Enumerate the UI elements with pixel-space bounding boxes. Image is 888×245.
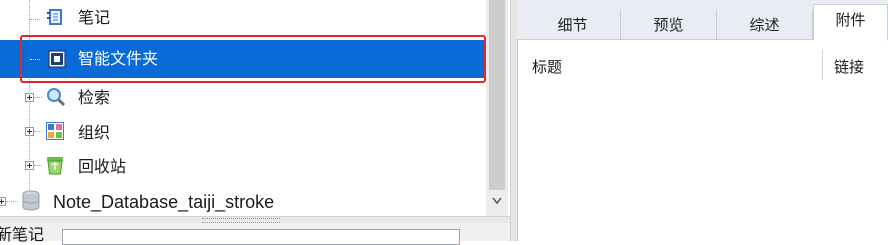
expand-toggle[interactable] [25,127,34,136]
recycle-bin-icon [46,155,64,175]
tree-item-label: 检索 [78,88,111,107]
tree-item-label: Note_Database_taiji_stroke [53,192,275,212]
tab-strip: 细节 预览 综述 附件 [517,0,888,41]
column-header-link[interactable]: 链接 [834,56,864,77]
tree-item-search[interactable]: 检索 [0,80,486,115]
tree-connector [6,201,18,202]
new-note-label: 新笔记 [0,225,45,244]
tree-connector [34,97,42,98]
new-note-input[interactable] [62,229,460,245]
new-note-bar: 新笔记 [0,223,510,245]
column-divider[interactable] [822,50,823,80]
tree-connector [34,165,42,166]
tree-scrollbar[interactable] [486,0,508,216]
vertical-splitter[interactable] [510,0,517,241]
tree-item-recycle-bin[interactable]: 回收站 [0,148,486,183]
tab-attachments[interactable]: 附件 [813,4,888,41]
tab-details[interactable]: 细节 [525,10,621,40]
attachments-table: 标题 链接 [517,40,888,241]
horizontal-splitter[interactable] [0,216,510,223]
chevron-down-icon[interactable] [492,196,502,206]
tree-connector [34,131,42,132]
column-header-title[interactable]: 标题 [532,56,562,77]
organize-grid-icon [46,122,64,140]
tree-connector [30,19,40,20]
tab-preview[interactable]: 预览 [621,10,717,40]
tab-summary[interactable]: 综述 [717,10,813,40]
tree-item-organize[interactable]: 组织 [0,114,486,149]
search-icon [46,87,66,107]
expand-toggle[interactable] [25,93,34,102]
tree-item-notes[interactable]: 笔记 [0,0,486,35]
tree-item-database[interactable]: Note_Database_taiji_stroke [0,184,486,216]
expand-toggle[interactable] [25,161,34,170]
detail-panel: 细节 预览 综述 附件 标题 链接 [517,0,888,241]
selection-highlight-box [20,35,486,83]
notebook-icon [46,8,64,26]
folder-tree: 笔记 智能文件夹 检索 组织 回收站 Note_Database_taiji_s… [0,0,486,216]
tree-item-label: 笔记 [78,8,111,27]
scrollbar-thumb[interactable] [489,0,505,190]
tree-item-label: 回收站 [78,157,127,176]
database-icon [21,190,40,211]
tree-item-label: 组织 [78,123,111,142]
